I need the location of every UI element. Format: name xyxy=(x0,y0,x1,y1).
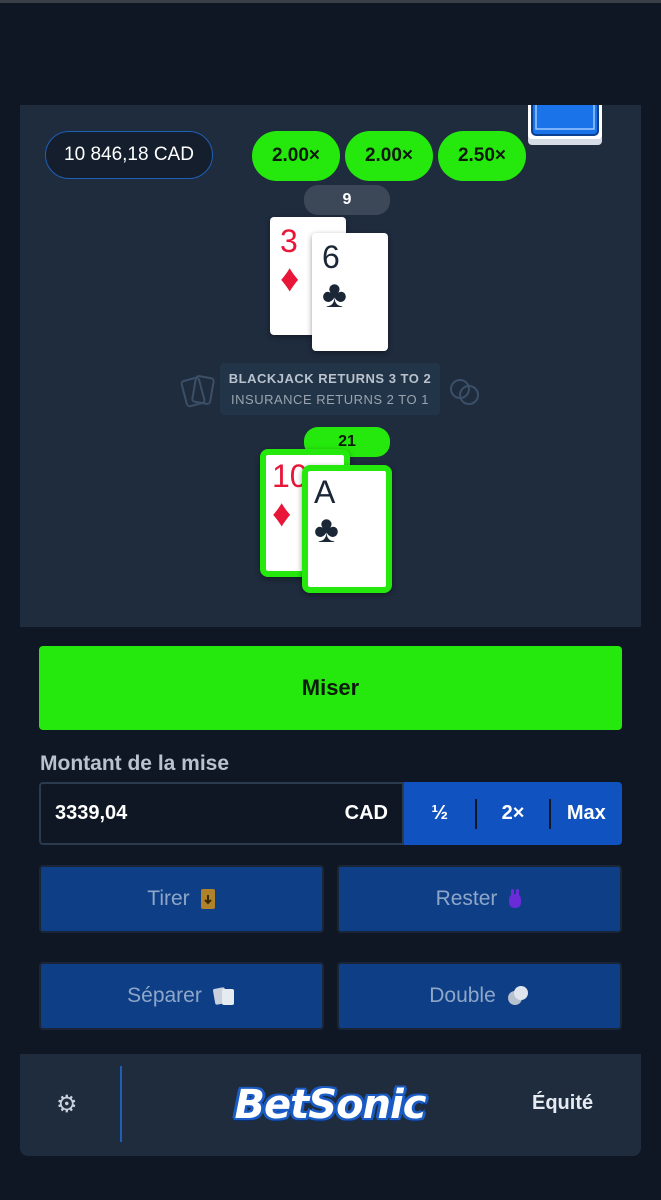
max-bet-button[interactable]: Max xyxy=(551,782,622,845)
split-label: Séparer xyxy=(127,984,202,1007)
card-rank: A xyxy=(314,474,336,510)
balance-badge: 10 846,18 CAD xyxy=(45,131,213,179)
club-icon: ♣ xyxy=(322,274,347,316)
bet-button[interactable]: Miser xyxy=(39,646,622,730)
coins-icon xyxy=(507,986,528,1005)
betsonic-logo: BetSonic xyxy=(234,1082,427,1128)
currency-label: CAD xyxy=(344,802,388,824)
card-rank: 6 xyxy=(322,239,340,275)
multiplier-chip: 2.00× xyxy=(345,131,433,181)
bet-amount-value: 3339,04 xyxy=(55,802,128,824)
hit-label: Tirer xyxy=(147,887,190,910)
multiplier-chip: 2.50× xyxy=(438,131,526,181)
dealer-card: 6 ♣ xyxy=(312,233,388,351)
gear-icon[interactable]: ⚙ xyxy=(56,1092,82,1118)
footer-bar: ⚙ BetSonic Équité xyxy=(20,1054,641,1156)
equity-link[interactable]: Équité xyxy=(532,1092,593,1115)
rules-banner: BLACKJACK RETURNS 3 TO 2 INSURANCE RETUR… xyxy=(220,363,440,415)
double-button[interactable]: Double xyxy=(337,962,622,1030)
player-card: A ♣ xyxy=(302,465,392,593)
hit-card-icon xyxy=(200,889,215,909)
quick-bet-group: ½ 2× Max xyxy=(404,782,622,845)
double-bet-button[interactable]: 2× xyxy=(477,782,548,845)
cards-watermark-icon xyxy=(180,375,215,408)
rules-line-blackjack: BLACKJACK RETURNS 3 TO 2 xyxy=(228,371,432,386)
hand-icon xyxy=(509,889,522,908)
double-label: Double xyxy=(429,984,496,1007)
club-icon: ♣ xyxy=(314,509,339,551)
rules-line-insurance: INSURANCE RETURNS 2 TO 1 xyxy=(231,392,429,407)
divider xyxy=(120,1066,122,1142)
stand-label: Rester xyxy=(435,887,498,910)
split-cards-icon xyxy=(212,987,234,1005)
stand-button[interactable]: Rester xyxy=(337,865,622,933)
bet-amount-label: Montant de la mise xyxy=(40,752,230,775)
card-deck-icon xyxy=(528,105,602,145)
half-bet-button[interactable]: ½ xyxy=(404,782,475,845)
dealer-score: 9 xyxy=(304,185,390,215)
multiplier-chip: 2.00× xyxy=(252,131,340,181)
hit-button[interactable]: Tirer xyxy=(39,865,324,933)
top-border xyxy=(0,0,661,3)
bet-amount-input[interactable]: 3339,04 CAD xyxy=(39,782,404,845)
game-table: 10 846,18 CAD 2.00× 2.00× 2.50× 9 3 ♦ 6 … xyxy=(20,105,641,627)
chips-watermark-icon xyxy=(450,379,479,405)
split-button[interactable]: Séparer xyxy=(39,962,324,1030)
